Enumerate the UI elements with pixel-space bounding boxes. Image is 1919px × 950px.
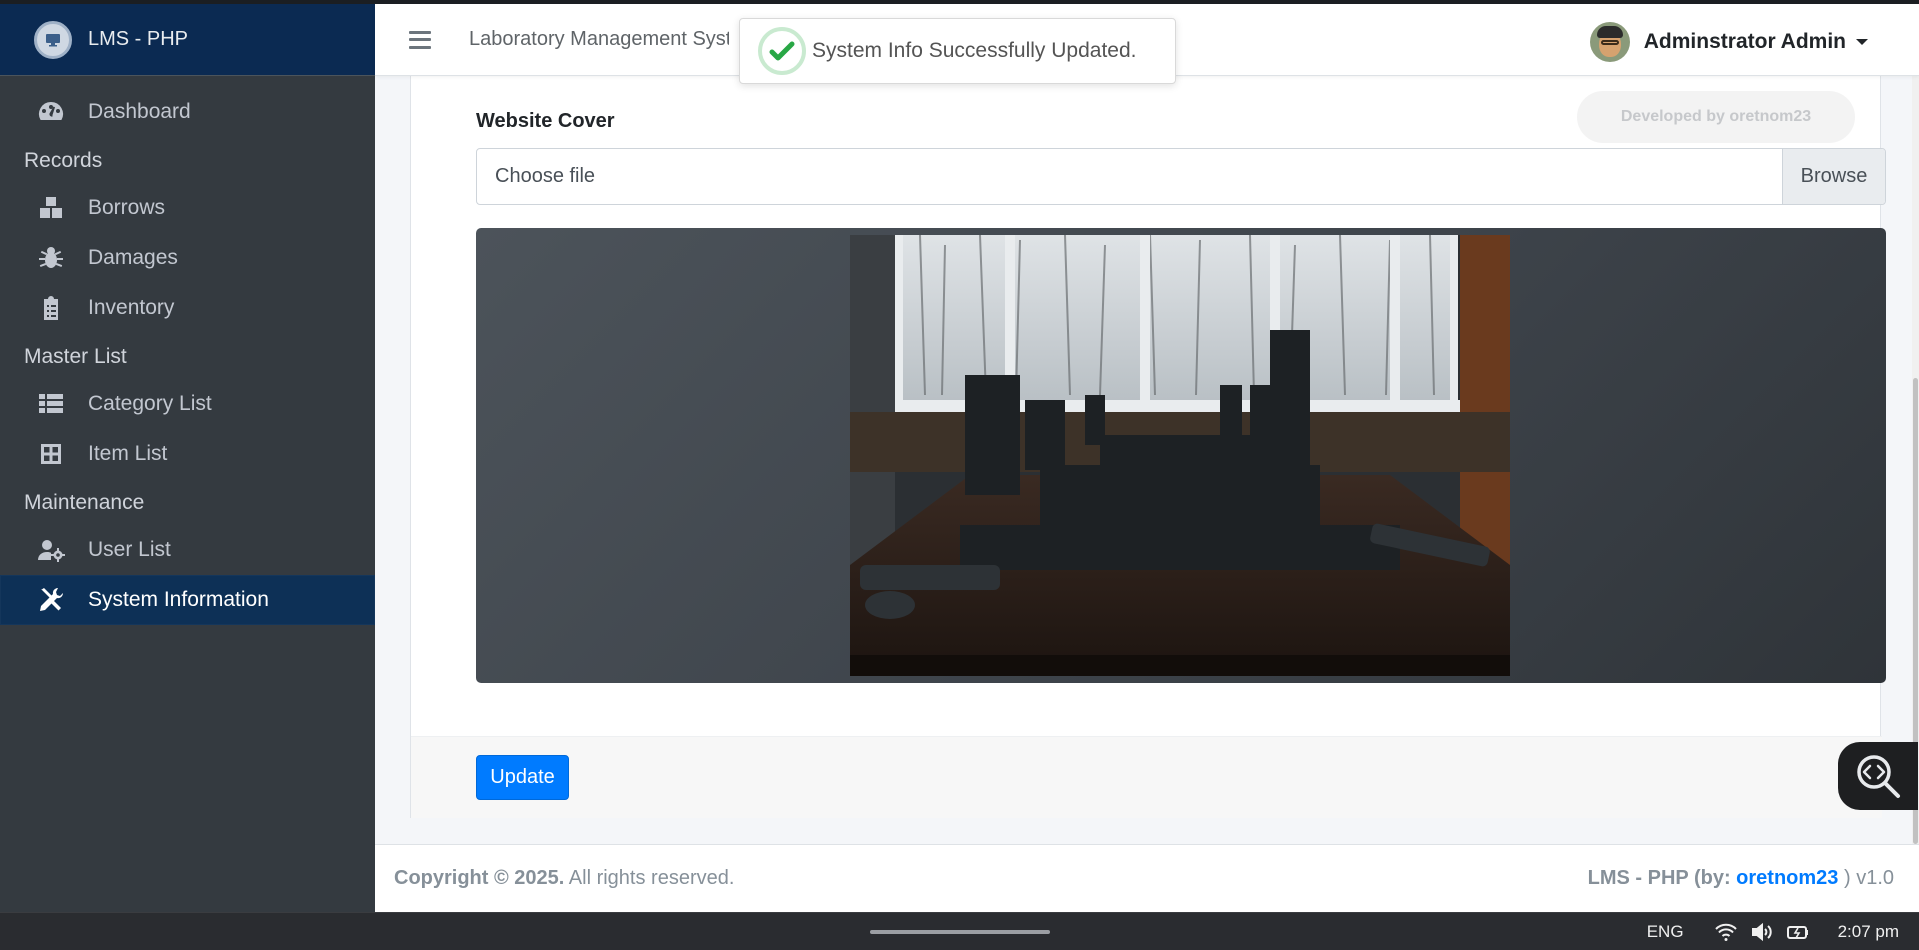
user-menu-dropdown[interactable]: Adminstrator Admin — [1589, 22, 1868, 62]
sidebar-item-label: User List — [88, 538, 171, 561]
author-link[interactable]: oretnom23 — [1736, 867, 1838, 889]
sidebar-item-damages[interactable]: Damages — [0, 233, 375, 283]
system-tray: ENG 2:07 pm — [1647, 913, 1899, 950]
bug-icon — [36, 243, 66, 273]
avatar — [1589, 22, 1630, 62]
app-title: Laboratory Management System — [469, 28, 729, 50]
tools-icon — [36, 585, 66, 615]
taskbar-handle[interactable] — [870, 930, 1050, 934]
battery-icon[interactable] — [1786, 921, 1810, 943]
sidebar-item-label: Item List — [88, 442, 168, 465]
sidebar-item-label: Dashboard — [88, 100, 191, 123]
clipboard-list-icon — [36, 293, 66, 323]
main-content: Developed by oretnom23 Website Cover Cho… — [375, 76, 1919, 844]
sidebar-item-label: Damages — [88, 246, 178, 269]
brand-logo-icon — [34, 20, 72, 59]
developer-badge: Developed by oretnom23 — [1577, 91, 1855, 143]
sidebar-item-category-list[interactable]: Category List — [0, 379, 375, 429]
file-input-placeholder: Choose file — [495, 165, 596, 187]
sidebar-item-label: Category List — [88, 392, 212, 415]
card-footer: Update — [411, 736, 1882, 818]
sidebar: LMS - PHP Dashboard Records Borrows Dama… — [0, 4, 375, 912]
update-button[interactable]: Update — [476, 755, 569, 800]
sidebar-item-system-information[interactable]: System Information — [0, 575, 375, 625]
copyright-year: Copyright © 2025. — [394, 867, 565, 889]
tachometer-icon — [36, 97, 66, 127]
success-toast: System Info Successfully Updated. — [739, 18, 1176, 84]
sidebar-item-dashboard[interactable]: Dashboard — [0, 87, 375, 137]
window-top-edge — [0, 0, 1919, 4]
section-header-maintenance: Maintenance — [24, 491, 145, 514]
sidebar-item-label: Inventory — [88, 296, 175, 319]
sidebar-item-user-list[interactable]: User List — [0, 525, 375, 575]
toast-message: System Info Successfully Updated. — [812, 39, 1137, 62]
language-indicator[interactable]: ENG — [1647, 922, 1684, 942]
menu-toggle-icon[interactable] — [409, 30, 431, 49]
copyright-rest: All rights reserved. — [564, 867, 735, 889]
caret-down-icon — [1856, 39, 1868, 45]
sidebar-item-inventory[interactable]: Inventory — [0, 283, 375, 333]
volume-icon[interactable] — [1750, 921, 1774, 943]
app-credit-name: LMS - PHP (by: — [1587, 867, 1737, 889]
floating-code-search-button[interactable] — [1838, 742, 1918, 810]
sidebar-item-item-list[interactable]: Item List — [0, 429, 375, 479]
sidebar-item-borrows[interactable]: Borrows — [0, 183, 375, 233]
brand[interactable]: LMS - PHP — [0, 4, 375, 76]
sidebar-item-label: System Information — [88, 588, 269, 611]
app-credit: LMS - PHP (by: oretnom23 ) v1.0 — [1588, 867, 1894, 890]
os-taskbar: ENG 2:07 pm — [0, 912, 1919, 950]
users-cog-icon — [36, 535, 66, 565]
copyright: Copyright © 2025. All rights reserved. — [394, 867, 734, 890]
success-check-icon — [758, 27, 806, 75]
grid-icon — [36, 439, 66, 469]
system-info-card: Developed by oretnom23 Website Cover Cho… — [410, 76, 1886, 818]
section-header-master-list: Master List — [24, 345, 127, 368]
browse-button[interactable]: Browse — [1782, 149, 1885, 204]
section-header-records: Records — [24, 149, 103, 172]
laboratory-photo — [850, 235, 1510, 676]
app-version: ) v1.0 — [1838, 867, 1894, 889]
website-cover-file-input[interactable]: Choose file Browse — [476, 148, 1886, 205]
user-name: Adminstrator Admin — [1643, 30, 1846, 53]
th-list-icon — [36, 389, 66, 419]
page-footer: Copyright © 2025. All rights reserved. L… — [375, 844, 1919, 912]
boxes-icon — [36, 193, 66, 223]
website-cover-label: Website Cover — [476, 110, 615, 132]
clock[interactable]: 2:07 pm — [1838, 922, 1899, 942]
brand-text: LMS - PHP — [88, 28, 189, 50]
wifi-icon[interactable] — [1714, 921, 1738, 943]
code-search-icon — [1857, 755, 1900, 798]
sidebar-item-label: Borrows — [88, 196, 166, 219]
cover-image-preview — [476, 228, 1886, 683]
